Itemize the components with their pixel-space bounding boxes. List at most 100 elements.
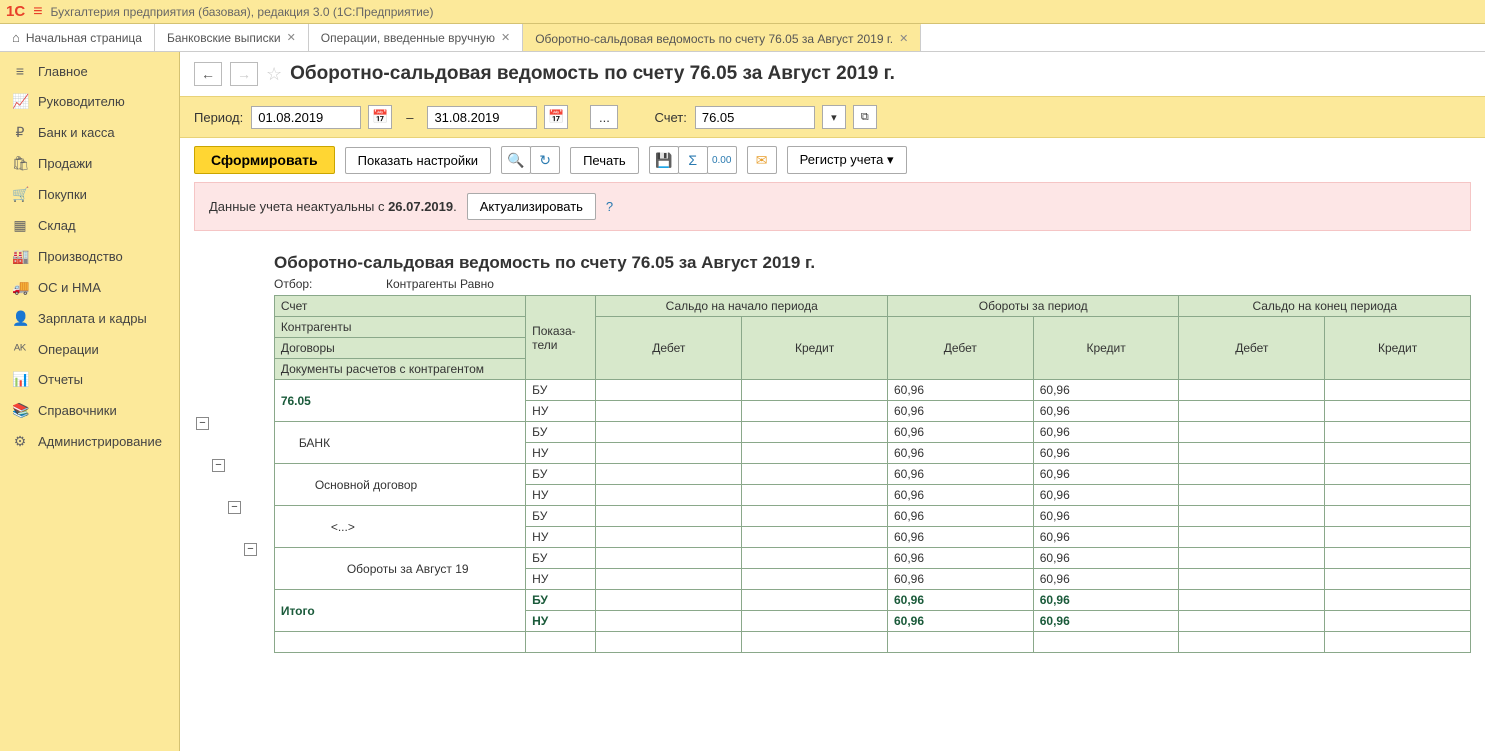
sidebar-item-2[interactable]: ₽Банк и касса	[0, 117, 179, 148]
sidebar-item-6[interactable]: 🏭Производство	[0, 241, 179, 272]
sidebar-item-10[interactable]: 📊Отчеты	[0, 364, 179, 395]
back-button[interactable]: ←	[194, 62, 222, 86]
favorite-icon[interactable]: ☆	[266, 64, 282, 85]
num-cell	[1179, 611, 1325, 632]
sidebar-item-3[interactable]: 🛍Продажи	[0, 148, 179, 179]
close-icon[interactable]: ✕	[287, 31, 296, 44]
tree-toggle[interactable]: −	[212, 459, 225, 472]
sidebar-icon: 📚	[12, 402, 28, 419]
chart-icon[interactable]: Σ	[678, 146, 708, 174]
num-cell	[742, 401, 888, 422]
calendar-from-button[interactable]: 📅	[368, 105, 392, 129]
th-credit: Кредит	[742, 317, 888, 380]
row-name: Обороты за Август 19	[274, 548, 525, 590]
refresh-icon[interactable]: ↻	[530, 146, 560, 174]
report-area: Оборотно-сальдовая ведомость по счету 76…	[180, 239, 1485, 673]
generate-button[interactable]: Сформировать	[194, 146, 335, 174]
num-cell: 60,96	[887, 527, 1033, 548]
num-cell	[596, 590, 742, 611]
sidebar-item-1[interactable]: 📈Руководителю	[0, 86, 179, 117]
search-icon[interactable]: 🔍	[501, 146, 531, 174]
close-icon[interactable]: ✕	[899, 32, 908, 45]
sidebar-icon: ≡	[12, 63, 28, 79]
sidebar-item-5[interactable]: ▦Склад	[0, 210, 179, 241]
period-picker-button[interactable]: ...	[590, 105, 618, 129]
num-cell	[1325, 401, 1471, 422]
account-dropdown-button[interactable]: ▾	[822, 105, 846, 129]
counter-icon[interactable]: 0.00	[707, 146, 737, 174]
tab-0[interactable]: ⌂Начальная страница	[0, 24, 155, 51]
row-name: <...>	[274, 506, 525, 548]
show-settings-button[interactable]: Показать настройки	[345, 147, 491, 174]
num-cell: 60,96	[887, 380, 1033, 401]
help-icon[interactable]: ?	[606, 199, 613, 214]
sidebar-item-12[interactable]: ⚙Администрирование	[0, 426, 179, 457]
close-icon[interactable]: ✕	[501, 31, 510, 44]
num-cell	[742, 548, 888, 569]
tree-toggle[interactable]: −	[196, 417, 209, 430]
tree-toggle[interactable]: −	[244, 543, 257, 556]
indicator-cell: НУ	[526, 401, 596, 422]
tab-3[interactable]: Оборотно-сальдовая ведомость по счету 76…	[523, 24, 921, 51]
mail-icon[interactable]: ✉	[747, 146, 777, 174]
sidebar-icon: 🛒	[12, 186, 28, 203]
account-open-button[interactable]: ⧉	[853, 105, 877, 129]
sidebar-item-9[interactable]: ᴬᴷОперации	[0, 334, 179, 364]
indicator-cell: БУ	[526, 464, 596, 485]
num-cell: 60,96	[887, 464, 1033, 485]
indicator-cell: НУ	[526, 527, 596, 548]
print-button[interactable]: Печать	[570, 147, 639, 174]
sidebar-item-8[interactable]: 👤 Зарплата и кадры	[0, 303, 179, 334]
sidebar-label: Руководителю	[38, 94, 125, 109]
tab-2[interactable]: Операции, введенные вручную✕	[309, 24, 523, 51]
calendar-to-button[interactable]: 📅	[544, 105, 568, 129]
params-bar: Период: 📅 – 📅 ... Счет: ▾ ⧉	[180, 96, 1485, 138]
sidebar-label: Отчеты	[38, 372, 83, 387]
table-row[interactable]: Обороты за Август 19БУ60,9660,96	[274, 548, 1470, 569]
num-cell	[742, 527, 888, 548]
forward-button[interactable]: →	[230, 62, 258, 86]
account-label: Счет:	[654, 110, 686, 125]
update-button[interactable]: Актуализировать	[467, 193, 596, 220]
num-cell	[1179, 401, 1325, 422]
table-row[interactable]: БАНКБУ60,9660,96	[274, 422, 1470, 443]
sidebar-label: Зарплата и кадры	[38, 311, 147, 326]
tab-label: Оборотно-сальдовая ведомость по счету 76…	[535, 32, 893, 46]
indicator-cell: НУ	[526, 485, 596, 506]
sidebar-icon: 👤	[12, 310, 28, 327]
table-row[interactable]: <...>БУ60,9660,96	[274, 506, 1470, 527]
th-debit: Дебет	[887, 317, 1033, 380]
num-cell: 60,96	[1033, 464, 1179, 485]
sidebar-icon: ₽	[12, 124, 28, 141]
num-cell	[1325, 464, 1471, 485]
num-cell	[742, 380, 888, 401]
date-from-wrap	[251, 106, 361, 129]
th-debit: Дебет	[596, 317, 742, 380]
th-counterparties: Контрагенты	[274, 317, 525, 338]
sidebar-item-4[interactable]: 🛒Покупки	[0, 179, 179, 210]
th-credit: Кредит	[1325, 317, 1471, 380]
sidebar-item-0[interactable]: ≡Главное	[0, 56, 179, 86]
num-cell: 60,96	[1033, 422, 1179, 443]
account-input[interactable]	[695, 106, 815, 129]
warning-bar: Данные учета неактуальны с 26.07.2019. А…	[194, 182, 1471, 231]
num-cell	[1179, 422, 1325, 443]
num-cell: 60,96	[887, 401, 1033, 422]
save-icon[interactable]: 💾	[649, 146, 679, 174]
sidebar-icon: ⚙	[12, 433, 28, 450]
date-to-input[interactable]	[434, 110, 514, 125]
date-from-input[interactable]	[258, 110, 338, 125]
th-contracts: Договоры	[274, 338, 525, 359]
tab-1[interactable]: Банковские выписки✕	[155, 24, 309, 51]
sidebar-item-7[interactable]: 🚚ОС и НМА	[0, 272, 179, 303]
table-row[interactable]: Основной договорБУ60,9660,96	[274, 464, 1470, 485]
register-button[interactable]: Регистр учета ▾	[787, 146, 907, 174]
num-cell	[1325, 380, 1471, 401]
table-row[interactable]: 76.05БУ60,9660,96	[274, 380, 1470, 401]
sidebar-item-11[interactable]: 📚Справочники	[0, 395, 179, 426]
tree-toggle[interactable]: −	[228, 501, 241, 514]
sidebar-label: Операции	[38, 342, 99, 357]
indicator-cell: БУ	[526, 380, 596, 401]
th-indicators: Показа- тели	[526, 296, 596, 380]
menu-icon[interactable]: ≡	[33, 3, 42, 21]
